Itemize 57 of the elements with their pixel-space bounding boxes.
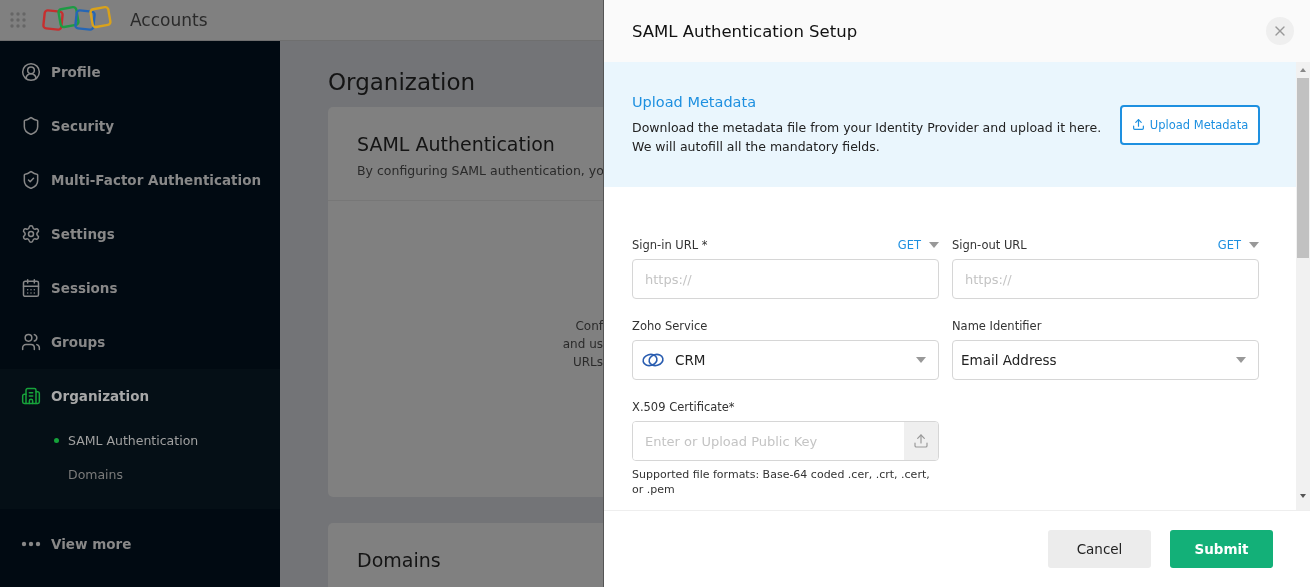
sidebar-item[interactable]: Profile bbox=[0, 45, 280, 99]
caret-icon bbox=[929, 242, 939, 248]
dropdown-caret-icon bbox=[916, 357, 926, 363]
page-title: Organization bbox=[328, 69, 477, 95]
shield-icon bbox=[21, 116, 41, 136]
upload-description: Download the metadata file from your Identity Provider and upload it here. bbox=[632, 118, 1102, 137]
upload-icon-button[interactable] bbox=[904, 422, 938, 460]
building-icon bbox=[21, 386, 41, 406]
method-dropdown[interactable]: GET bbox=[897, 238, 939, 252]
select-value: Email Address bbox=[961, 352, 1058, 368]
upload-title: Upload Metadata bbox=[632, 93, 758, 110]
upload-metadata-button[interactable]: Upload Metadata bbox=[1120, 104, 1260, 145]
field-label: Zoho Service bbox=[632, 319, 708, 333]
sidebar-subitem[interactable]: SAML Authentication bbox=[0, 423, 280, 457]
dropdown-caret-icon bbox=[1236, 357, 1246, 363]
sidebar-item[interactable]: Organization bbox=[0, 369, 280, 423]
card-title: SAML Authentication bbox=[357, 133, 556, 155]
view-more-link[interactable]: View more bbox=[0, 517, 280, 571]
url-field[interactable]: https:// bbox=[632, 259, 939, 299]
close-button[interactable] bbox=[1266, 17, 1294, 45]
upload-icon bbox=[913, 433, 929, 449]
caret-icon bbox=[1249, 242, 1259, 248]
scrollbar[interactable] bbox=[1296, 62, 1310, 510]
select-field[interactable]: Email Address bbox=[952, 340, 1259, 380]
sidebar-item[interactable]: Sessions bbox=[0, 261, 280, 315]
field-hint: Supported file formats: Base-64 coded .cer, .crt, .cert, or .pem bbox=[632, 467, 931, 497]
apps-grid-icon[interactable] bbox=[10, 12, 26, 28]
url-field[interactable]: https:// bbox=[952, 259, 1259, 299]
field-label: Sign-out URL bbox=[952, 238, 1027, 252]
card-subtitle: By configuring SAML authentication, yo bbox=[357, 163, 603, 178]
field-label: X.509 Certificate* bbox=[632, 400, 735, 414]
field-label: Name Identifier bbox=[952, 319, 1042, 333]
upload-icon bbox=[1131, 118, 1145, 131]
select-field[interactable]: CRM bbox=[632, 340, 939, 380]
method-dropdown[interactable]: GET bbox=[1217, 238, 1259, 252]
upload-description: We will autofill all the mandatory fields. bbox=[632, 137, 881, 156]
user-circle-icon bbox=[21, 62, 41, 82]
select-value: CRM bbox=[675, 352, 707, 368]
calendar-icon bbox=[21, 278, 41, 298]
field-label: Sign-in URL * bbox=[632, 238, 708, 252]
sidebar-subitem[interactable]: Domains bbox=[0, 457, 280, 491]
card-text: URLs bbox=[572, 354, 603, 371]
app-name: Accounts bbox=[130, 10, 208, 30]
more-icon bbox=[21, 541, 41, 547]
settings-icon bbox=[21, 224, 41, 244]
sidebar-item[interactable]: Groups bbox=[0, 315, 280, 369]
certificate-field[interactable]: Enter or Upload Public Key bbox=[632, 421, 939, 461]
card-title: Domains bbox=[357, 549, 442, 571]
sidebar-item[interactable]: Security bbox=[0, 99, 280, 153]
drawer-title: SAML Authentication Setup bbox=[632, 21, 858, 41]
card-text: and us bbox=[562, 336, 603, 353]
card-text: Conf bbox=[575, 318, 603, 335]
shield-check-icon bbox=[21, 170, 41, 190]
sidebar-item[interactable]: Settings bbox=[0, 207, 280, 261]
sidebar-item[interactable]: Multi-Factor Authentication bbox=[0, 153, 280, 207]
cancel-button[interactable]: Cancel bbox=[1048, 530, 1151, 568]
users-icon bbox=[21, 332, 41, 352]
